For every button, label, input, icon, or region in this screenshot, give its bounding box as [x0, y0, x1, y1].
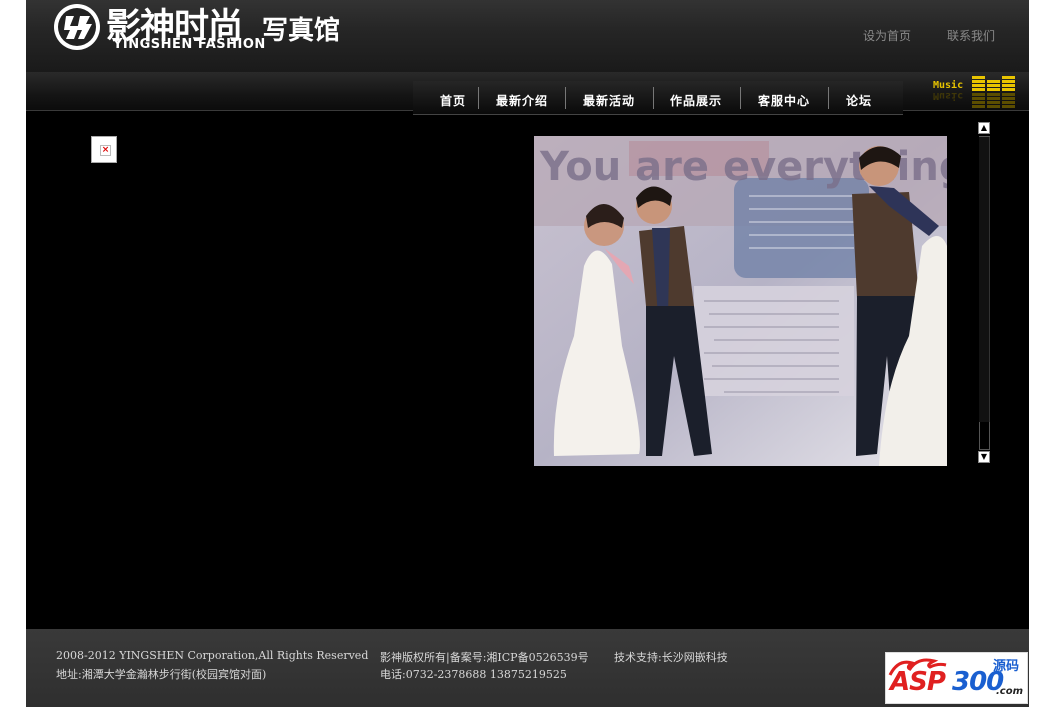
main-nav: 首页 最新介绍 最新活动 作品展示 客服中心 论坛 [413, 81, 903, 115]
asp300-logo[interactable]: ASP 300 源码 .com [885, 652, 1028, 704]
scroll-thumb[interactable] [979, 137, 990, 422]
contact-us-link[interactable]: 联系我们 [947, 27, 995, 44]
badge-chinese: 源码 [993, 659, 1020, 674]
vertical-scrollbar[interactable]: ▲ ▼ [978, 122, 992, 464]
footer-rights: 影神版权所有|备案号:湘ICP备0526539号 [380, 651, 589, 664]
nav-divider [740, 87, 741, 109]
header: 影神时尚 YINGSHEN FASHION 写真馆 设为首页 联系我们 [26, 0, 1029, 72]
wedding-photo: You are everything to me [534, 136, 947, 466]
badge-brand-red: ASP [890, 667, 946, 697]
music-label-reflection: Music [933, 90, 964, 101]
logo-english: YINGSHEN FASHION [113, 37, 266, 52]
footer-phone: 电话:0732-2378688 13875219525 [380, 668, 567, 681]
nav-divider [565, 87, 566, 109]
nav-divider [828, 87, 829, 109]
logo-emblem-icon [54, 4, 100, 50]
nav-divider [653, 87, 654, 109]
equalizer-icon[interactable] [972, 74, 1017, 110]
footer-support: 技术支持:长沙网嵌科技 [614, 651, 728, 664]
scroll-up-icon[interactable]: ▲ [978, 122, 990, 134]
broken-image-icon: × [91, 136, 117, 163]
footer-address: 地址:湘潭大学金瀚林步行街(校园宾馆对面) [56, 668, 267, 681]
nav-item-events[interactable]: 最新活动 [583, 92, 635, 109]
logo-studio: 写真馆 [262, 16, 341, 46]
badge-domain: .com [996, 686, 1024, 697]
footer: 2008-2012 YINGSHEN Corporation,All Right… [26, 629, 1029, 707]
page: 影神时尚 YINGSHEN FASHION 写真馆 设为首页 联系我们 首页 最… [26, 0, 1029, 707]
footer-copyright: 2008-2012 YINGSHEN Corporation,All Right… [56, 649, 369, 662]
nav-item-forum[interactable]: 论坛 [846, 92, 872, 109]
nav-item-intro[interactable]: 最新介绍 [496, 92, 548, 109]
nav-item-home[interactable]: 首页 [440, 92, 466, 109]
nav-item-service[interactable]: 客服中心 [758, 92, 810, 109]
nav-divider [478, 87, 479, 109]
nav-item-works[interactable]: 作品展示 [670, 92, 722, 109]
set-homepage-link[interactable]: 设为首页 [863, 27, 911, 44]
scroll-down-icon[interactable]: ▼ [978, 451, 990, 463]
